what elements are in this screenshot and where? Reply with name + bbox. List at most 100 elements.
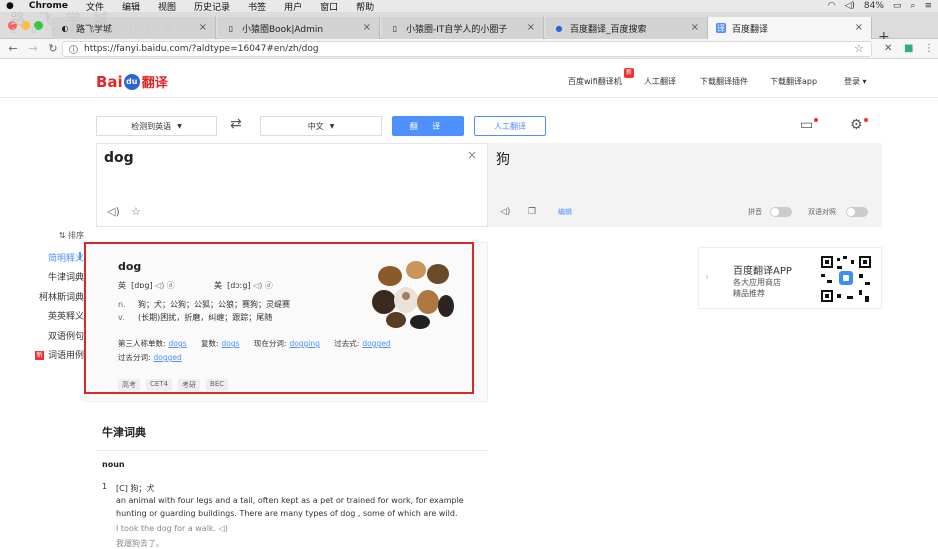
exam-tags: 高考 CET4 考研 BEC bbox=[118, 379, 229, 391]
dog-image bbox=[372, 261, 454, 329]
back-icon[interactable]: ← bbox=[6, 42, 20, 55]
nav-download-plugin[interactable]: 下载翻译插件 bbox=[700, 76, 748, 87]
menu-help[interactable]: 帮助 bbox=[347, 0, 383, 13]
definition-verb: v. (长期)困扰，折磨，纠缠；跟踪；尾随 bbox=[118, 311, 290, 324]
logo-text: Bai bbox=[96, 72, 123, 91]
close-icon[interactable]: × bbox=[199, 22, 207, 33]
forward-icon[interactable]: → bbox=[26, 42, 40, 55]
close-icon[interactable]: × bbox=[363, 22, 371, 33]
sense-definition-line: an animal with four legs and a tail, oft… bbox=[116, 496, 464, 505]
pos-label: v. bbox=[118, 313, 125, 322]
uk-label: 英 bbox=[118, 281, 126, 290]
tab-admin[interactable]: ▯ 小猿圈Book|Admin × bbox=[218, 17, 380, 39]
definition-text: 狗；犬；公狗；公狐；公狼；赛狗；灵缇赛 bbox=[138, 300, 290, 309]
sidebar-item-english-english[interactable]: 英英释义 bbox=[48, 309, 84, 322]
clear-input-icon[interactable]: × bbox=[467, 148, 477, 162]
pinyin-toggle[interactable] bbox=[770, 206, 792, 218]
nav-login[interactable]: 登录 ▾ bbox=[844, 76, 867, 87]
sidebar-item-oxford[interactable]: 牛津词典 bbox=[48, 270, 84, 283]
menu-view[interactable]: 视图 bbox=[149, 0, 185, 13]
translate-button[interactable]: 翻 译 bbox=[392, 116, 464, 136]
menu-user[interactable]: 用户 bbox=[275, 0, 311, 13]
tab-title: 百度翻译_百度搜索 bbox=[570, 24, 647, 35]
favorites-folder-icon[interactable]: ▭ bbox=[800, 117, 813, 133]
sidebar-item-label: 词语用例 bbox=[47, 351, 84, 361]
speaker-icon[interactable]: ◁) bbox=[500, 207, 510, 217]
wifi-icon[interactable]: ◠ bbox=[828, 1, 836, 11]
address-bar-row: ← → ↻ i https://fanyi.baidu.com/?aldtype… bbox=[0, 39, 938, 59]
target-language-select[interactable]: 中文 ▼ bbox=[260, 116, 382, 136]
example-translation: 我遛狗去了。 bbox=[116, 539, 164, 548]
form-label: 过去式: bbox=[334, 339, 360, 348]
form-link-past[interactable]: dogged bbox=[362, 339, 390, 348]
settings-gear-icon[interactable]: ⚙ bbox=[850, 117, 863, 133]
form-link-third-person[interactable]: dogs bbox=[169, 339, 187, 348]
speaker-icon[interactable]: ◁) bbox=[155, 281, 164, 290]
divider bbox=[96, 450, 488, 451]
search-icon[interactable]: ⌕ bbox=[910, 1, 915, 11]
form-link-past-participle[interactable]: dogged bbox=[154, 353, 182, 362]
menu-history[interactable]: 历史记录 bbox=[185, 0, 239, 13]
swap-languages-icon[interactable]: ⇄ bbox=[230, 116, 242, 132]
os-menubar: ● Chrome 文件 编辑 视图 历史记录 书签 用户 窗口 帮助 ◠ ◁) … bbox=[0, 0, 938, 13]
pinyin-label: 拼音 bbox=[748, 208, 762, 216]
nav-human-translation[interactable]: 人工翻译 bbox=[644, 76, 676, 87]
status-area: ◠ ◁) 84% ▭ ⌕ ≡ bbox=[828, 0, 932, 12]
app-promo-card[interactable]: › 百度翻译APP 各大应用商店 精品推荐 bbox=[698, 247, 882, 309]
tab-baidu-fanyi[interactable]: 译 百度翻译 × bbox=[708, 17, 872, 39]
close-icon[interactable]: × bbox=[691, 22, 699, 33]
speaker-icon[interactable]: ◁) bbox=[219, 524, 228, 533]
chevron-down-icon: ▼ bbox=[177, 122, 182, 130]
bilingual-toggle[interactable] bbox=[846, 206, 868, 218]
site-header: Bai du 翻译 百度wifi翻译机 新 人工翻译 下载翻译插件 下载翻译ap… bbox=[0, 60, 938, 98]
more-menu-icon[interactable]: ⋮ bbox=[924, 43, 934, 54]
record-icon[interactable]: ⓓ bbox=[265, 280, 274, 290]
close-icon[interactable]: × bbox=[527, 22, 535, 33]
menu-window[interactable]: 窗口 bbox=[311, 0, 347, 13]
baidu-fanyi-logo[interactable]: Bai du 翻译 bbox=[96, 72, 168, 92]
chevron-right-icon: › bbox=[705, 272, 709, 283]
menu-list-icon[interactable]: ≡ bbox=[924, 1, 932, 11]
tab-xiaoyuan[interactable]: ▯ 小猿圈-IT自学人的小圈子 × bbox=[382, 17, 544, 39]
source-language-select[interactable]: 检测到英语 ▼ bbox=[96, 116, 217, 136]
favorite-star-icon[interactable]: ☆ bbox=[131, 205, 141, 218]
form-link-plural[interactable]: dogs bbox=[221, 339, 239, 348]
target-language-label: 中文 bbox=[307, 121, 324, 131]
sidebar-item-usage[interactable]: 新词语用例 bbox=[34, 348, 84, 361]
form-label: 第三人称单数: bbox=[118, 339, 166, 348]
bookmark-star-icon[interactable]: ☆ bbox=[854, 42, 864, 55]
record-icon[interactable]: ⓓ bbox=[167, 280, 176, 290]
source-text[interactable]: dog bbox=[104, 150, 134, 166]
baidu-paw-icon: ● bbox=[555, 23, 563, 33]
tag: BEC bbox=[206, 379, 229, 391]
form-link-present-participle[interactable]: dogging bbox=[289, 339, 319, 348]
speaker-icon[interactable]: ◁) bbox=[253, 281, 262, 290]
pos-heading: noun bbox=[102, 460, 125, 469]
source-text-panel[interactable]: dog × ◁) ☆ bbox=[96, 143, 488, 227]
edit-link[interactable]: 编辑 bbox=[558, 207, 572, 217]
sidebar-item-collins[interactable]: 柯林斯词典 bbox=[39, 290, 84, 303]
battery-icon[interactable]: ▭ bbox=[893, 1, 902, 11]
url-field[interactable]: i https://fanyi.baidu.com/?aldtype=16047… bbox=[62, 41, 872, 57]
volume-icon[interactable]: ◁) bbox=[844, 1, 854, 11]
menu-bookmarks[interactable]: 书签 bbox=[239, 0, 275, 13]
nav-wifi-translator[interactable]: 百度wifi翻译机 bbox=[568, 76, 622, 87]
human-translation-button[interactable]: 人工翻译 bbox=[474, 116, 546, 136]
fanyi-icon: 译 bbox=[716, 23, 726, 33]
speaker-icon[interactable]: ◁) bbox=[107, 205, 120, 218]
active-indicator bbox=[79, 252, 81, 260]
info-icon[interactable]: i bbox=[69, 44, 78, 54]
notification-dot bbox=[864, 118, 868, 122]
copy-icon[interactable]: ❐ bbox=[528, 207, 536, 217]
extension-x-icon[interactable]: ✕ bbox=[884, 43, 892, 54]
definition-noun: n. 狗；犬；公狗；公狐；公狼；赛狗；灵缇赛 bbox=[118, 298, 290, 311]
sort-button[interactable]: ⇅ 排序 bbox=[59, 230, 84, 241]
sidebar-item-bilingual-examples[interactable]: 双语例句 bbox=[48, 329, 84, 342]
menu-edit[interactable]: 编辑 bbox=[113, 0, 149, 13]
nav-download-app[interactable]: 下载翻译app bbox=[770, 76, 817, 87]
extension-square-icon[interactable]: ■ bbox=[904, 43, 913, 54]
close-icon[interactable]: × bbox=[855, 22, 863, 33]
definitions: n. 狗；犬；公狗；公狐；公狼；赛狗；灵缇赛 v. (长期)困扰，折磨，纠缠；跟踪；… bbox=[118, 298, 290, 324]
tab-baidu-search[interactable]: ● 百度翻译_百度搜索 × bbox=[546, 17, 708, 39]
reload-icon[interactable]: ↻ bbox=[46, 42, 60, 55]
